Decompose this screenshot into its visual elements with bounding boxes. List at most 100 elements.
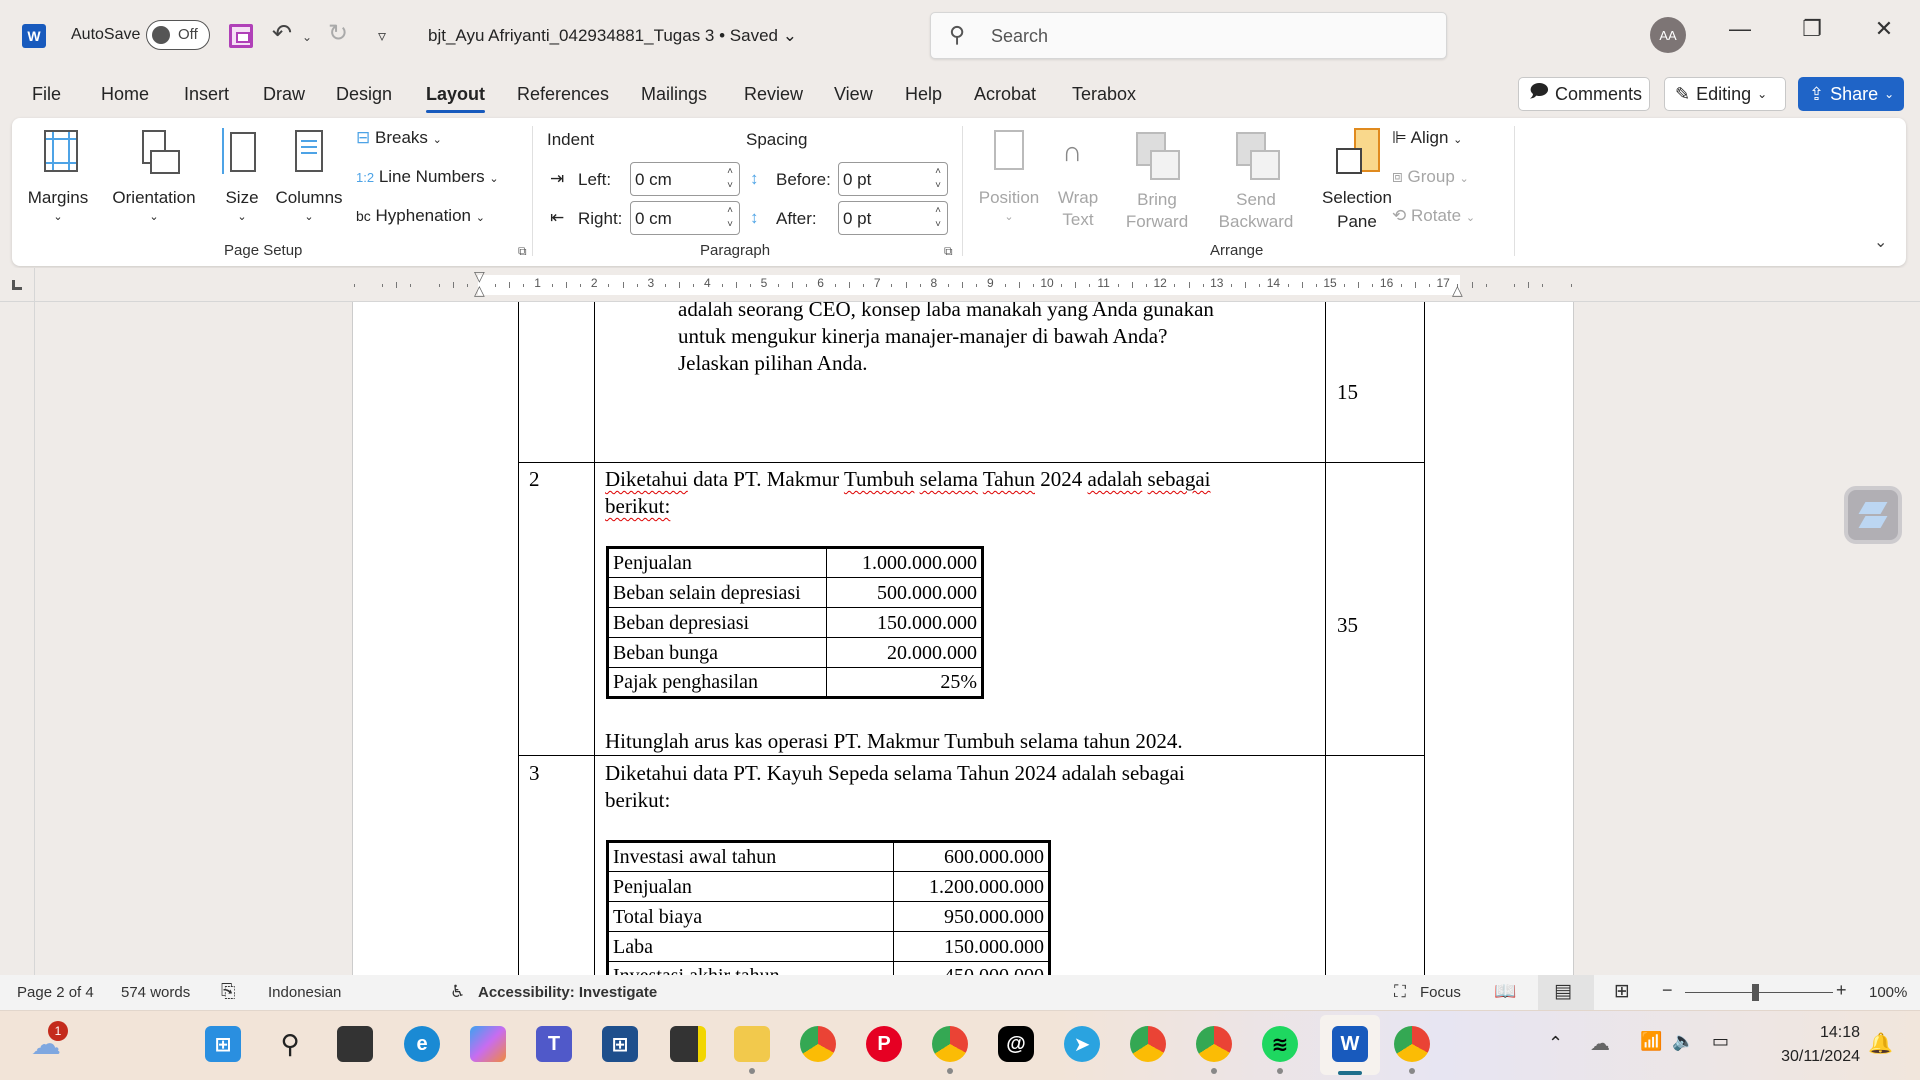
position-button[interactable]: Position ⌄ <box>974 126 1044 236</box>
misspelled-word[interactable]: berikut: <box>605 494 670 518</box>
sticky-notes-icon[interactable] <box>670 1026 706 1062</box>
chrome-icon[interactable] <box>800 1026 836 1062</box>
word-count[interactable]: 574 words <box>121 984 190 1001</box>
microsoft-store-icon[interactable]: ⊞ <box>602 1026 638 1062</box>
misspelled-word[interactable]: Tumbuh <box>844 467 914 491</box>
spinner-arrows-icon[interactable]: ˄ ˅ <box>727 204 733 232</box>
misspelled-word[interactable]: selama <box>920 467 978 491</box>
misspelled-word[interactable]: sebagai <box>1148 467 1211 491</box>
chrome-icon[interactable] <box>932 1026 968 1062</box>
threads-icon[interactable]: @ <box>998 1026 1034 1062</box>
tab-selector-icon[interactable] <box>12 280 22 290</box>
minimize-button[interactable]: — <box>1720 16 1760 42</box>
indent-left-input[interactable]: 0 cm ˄ ˅ <box>630 162 740 196</box>
zoom-out-button[interactable]: − <box>1662 980 1673 1001</box>
start-icon[interactable]: ⊞ <box>205 1026 241 1062</box>
copilot-icon[interactable] <box>470 1026 506 1062</box>
document-page[interactable]: adalah seorang CEO, konsep laba manakah … <box>352 302 1574 975</box>
autosave-toggle[interactable]: Off <box>146 20 210 50</box>
tab-review[interactable]: Review <box>744 84 803 105</box>
redo-icon[interactable]: ↻ <box>328 19 348 48</box>
misspelled-word[interactable]: Tahun <box>983 467 1035 491</box>
tab-help[interactable]: Help <box>905 84 942 105</box>
word-icon[interactable]: W <box>1332 1026 1368 1062</box>
indent-right-input[interactable]: 0 cm ˄ ˅ <box>630 201 740 235</box>
user-avatar[interactable]: AA <box>1650 17 1686 53</box>
columns-button[interactable]: Columns ⌄ <box>270 126 348 236</box>
zoom-slider-thumb[interactable] <box>1752 984 1759 1001</box>
zoom-level[interactable]: 100% <box>1869 984 1907 1001</box>
web-layout-icon[interactable]: ⊞ <box>1614 980 1630 1003</box>
selection-pane-button[interactable]: Selection Pane <box>1312 126 1402 236</box>
share-button[interactable]: ⇪ Share ⌄ <box>1798 77 1904 111</box>
onedrive-icon[interactable]: ☁ <box>1590 1031 1610 1056</box>
file-explorer-icon[interactable] <box>734 1026 770 1062</box>
undo-dropdown-icon[interactable]: ⌄ <box>302 30 312 44</box>
chrome-icon[interactable] <box>1196 1026 1232 1062</box>
document-canvas[interactable]: adalah seorang CEO, konsep laba manakah … <box>0 302 1920 975</box>
editing-mode-button[interactable]: ✎ Editing ⌄ <box>1664 77 1786 111</box>
tab-view[interactable]: View <box>834 84 873 105</box>
page-setup-dialog-launcher[interactable]: ⧉ <box>518 244 527 259</box>
document-title[interactable]: bjt_Ayu Afriyanti_042934881_Tugas 3 • Sa… <box>428 26 797 46</box>
horizontal-ruler[interactable]: 1 2 3 4 5 6 7 8 9 10 11 12 13 14 15 16 17 ▽ △ △ <box>0 268 1920 302</box>
read-mode-icon[interactable]: 📖 <box>1494 981 1516 1002</box>
tab-home[interactable]: Home <box>101 84 149 105</box>
tab-terabox[interactable]: Terabox <box>1072 84 1136 105</box>
misspelled-word[interactable]: adalah <box>1088 467 1143 491</box>
tab-mailings[interactable]: Mailings <box>641 84 707 105</box>
tab-insert[interactable]: Insert <box>184 84 229 105</box>
pinterest-icon[interactable]: P <box>866 1026 902 1062</box>
comments-button[interactable]: 🗩 Comments <box>1518 77 1650 111</box>
spotify-icon[interactable]: ≋ <box>1262 1026 1298 1062</box>
tab-acrobat[interactable]: Acrobat <box>974 84 1036 105</box>
notification-bell-icon[interactable]: 🔔 <box>1868 1031 1893 1056</box>
misspelled-word[interactable]: Diketahui <box>605 467 688 491</box>
search-input[interactable]: ⚲ Search <box>930 12 1447 59</box>
zoom-in-button[interactable]: + <box>1836 980 1847 1001</box>
search-icon[interactable]: ⚲ <box>272 1026 308 1062</box>
line-numbers-button[interactable]: 1:2 Line Numbers ⌄ <box>356 167 499 187</box>
floating-assistant-button[interactable] <box>1844 486 1902 544</box>
print-layout-icon[interactable]: ▤ <box>1554 980 1572 1003</box>
task-view-icon[interactable] <box>337 1026 373 1062</box>
restore-button[interactable]: ❐ <box>1792 16 1832 42</box>
orientation-button[interactable]: Orientation ⌄ <box>104 126 204 236</box>
group-button[interactable]: ⧈ Group ⌄ <box>1392 167 1469 187</box>
tab-references[interactable]: References <box>517 84 609 105</box>
paragraph-dialog-launcher[interactable]: ⧉ <box>944 244 953 259</box>
close-button[interactable]: ✕ <box>1864 16 1904 42</box>
volume-icon[interactable]: 🔈 <box>1672 1031 1694 1052</box>
zoom-slider-track[interactable] <box>1685 992 1833 993</box>
battery-icon[interactable]: ▭ <box>1712 1031 1729 1052</box>
proofing-icon[interactable]: ⎘ <box>221 981 235 1002</box>
teams-icon[interactable]: T <box>536 1026 572 1062</box>
rotate-button[interactable]: ⟲ Rotate ⌄ <box>1392 206 1475 226</box>
right-indent-marker[interactable]: △ <box>1452 282 1463 299</box>
chrome-icon[interactable] <box>1394 1026 1430 1062</box>
tab-layout[interactable]: Layout <box>426 84 486 113</box>
spacing-before-input[interactable]: 0 pt ˄ ˅ <box>838 162 948 196</box>
tab-file[interactable]: File <box>32 84 61 105</box>
spinner-arrows-icon[interactable]: ˄ ˅ <box>935 204 941 232</box>
focus-button[interactable]: Focus <box>1420 984 1461 1001</box>
bring-forward-button[interactable]: Bring Forward <box>1112 126 1202 236</box>
undo-icon[interactable]: ↶ <box>272 19 292 48</box>
customize-toolbar-icon[interactable]: ▿ <box>378 26 386 46</box>
spacing-after-input[interactable]: 0 pt ˄ ˅ <box>838 201 948 235</box>
tab-draw[interactable]: Draw <box>263 84 305 105</box>
tab-design[interactable]: Design <box>336 84 392 105</box>
accessibility-status[interactable]: Accessibility: Investigate <box>478 984 657 1001</box>
wifi-icon[interactable]: 📶 <box>1640 1031 1662 1052</box>
breaks-button[interactable]: ⊟ Breaks ⌄ <box>356 128 442 148</box>
left-indent-marker[interactable]: △ <box>474 282 485 299</box>
save-icon[interactable] <box>229 24 253 48</box>
system-clock[interactable]: 14:18 30/11/2024 <box>1781 1021 1860 1069</box>
language-indicator[interactable]: Indonesian <box>268 984 341 1001</box>
align-button[interactable]: ⊫ Align ⌄ <box>1392 128 1462 148</box>
spinner-arrows-icon[interactable]: ˄ ˅ <box>935 165 941 193</box>
hyphenation-button[interactable]: bc Hyphenation ⌄ <box>356 206 485 226</box>
wrap-text-button[interactable]: ∩ Wrap Text <box>1048 126 1108 236</box>
collapse-ribbon-icon[interactable]: ⌄ <box>1874 232 1887 252</box>
margins-button[interactable]: Margins ⌄ <box>26 126 90 236</box>
